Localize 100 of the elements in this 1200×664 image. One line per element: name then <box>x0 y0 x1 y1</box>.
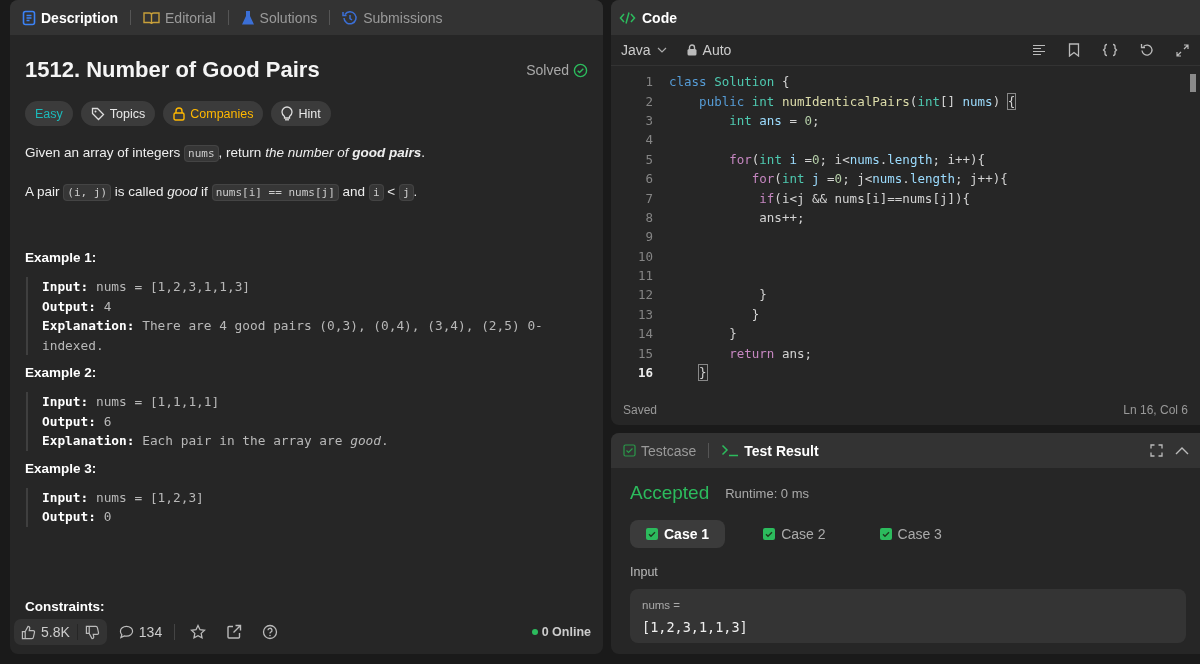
tag-icon <box>90 106 105 121</box>
line-number: 4 <box>644 132 654 148</box>
panel-tab[interactable]: Testcase <box>619 438 701 463</box>
code-line: int ans = 0; <box>728 112 820 128</box>
expand-icon <box>1176 43 1189 57</box>
scrollbar-thumb[interactable] <box>1190 74 1196 92</box>
example-line: Input: nums = [1,2,3,1,1,3] <box>42 278 252 296</box>
comments-button[interactable]: 134 <box>116 620 165 644</box>
line-number: 1 <box>644 74 654 90</box>
example-line: Input: nums = [1,1,1,1] <box>42 393 221 411</box>
line-number: 10 <box>636 248 654 264</box>
expand-button[interactable] <box>1173 41 1192 59</box>
example-line: Output: 0 <box>42 508 113 526</box>
panel-tab[interactable]: Test Result <box>717 438 823 463</box>
online-dot <box>531 629 538 635</box>
help-icon <box>262 624 279 640</box>
flask-icon <box>240 9 255 26</box>
param-value: [1,2,3,1,1,3] <box>642 619 749 635</box>
line-number: 9 <box>644 229 654 245</box>
case-tab[interactable]: Case 2 <box>747 520 842 548</box>
code-line: for(int i =0; i<nums.length; i++){ <box>728 151 986 167</box>
line-number: 5 <box>644 151 654 167</box>
line-number: 14 <box>636 326 654 342</box>
online-count: 0 Online <box>541 625 591 639</box>
line-number: 2 <box>644 93 654 109</box>
align-left-icon <box>1032 43 1046 57</box>
solved-status: Solved <box>526 62 588 78</box>
example-line: Input: nums = [1,2,3] <box>42 488 205 507</box>
checkbox-icon <box>623 444 636 457</box>
input-label: Input <box>630 565 659 579</box>
document-icon <box>22 9 36 26</box>
thumbs-down-icon <box>84 624 100 640</box>
line-number: 16 <box>636 365 654 381</box>
code-line: } <box>698 365 707 381</box>
lock-icon <box>686 44 697 56</box>
lightbulb-icon <box>281 106 294 121</box>
tag-chip[interactable]: Topics <box>80 101 156 126</box>
save-status: Saved <box>623 403 658 417</box>
code-line: ans++; <box>758 209 805 225</box>
example-line: Output: 6 <box>42 412 113 431</box>
code-line: } <box>750 306 760 322</box>
line-number: 11 <box>636 268 654 284</box>
fullscreen-icon <box>1150 444 1163 457</box>
bookmark-icon <box>1068 43 1080 57</box>
tag-chip[interactable]: Companies <box>163 101 264 126</box>
lock-icon <box>173 106 186 121</box>
like-button[interactable]: 5.8K <box>14 619 77 645</box>
chevron-up-icon <box>1175 446 1189 455</box>
example-heading: Example 3: <box>25 460 98 476</box>
book-icon <box>143 10 160 25</box>
example-heading: Example 2: <box>25 365 98 380</box>
line-number: 7 <box>644 190 654 206</box>
panel-tab[interactable]: Submissions <box>338 5 447 30</box>
chevron-down-icon <box>656 47 667 53</box>
code-line: class Solution { <box>669 74 790 90</box>
example-line: Output: 4 <box>42 297 113 316</box>
external-link-icon <box>226 624 243 640</box>
case-tab[interactable]: Case 3 <box>863 520 958 548</box>
code-line: return ans; <box>728 345 812 361</box>
braces-icon <box>1102 43 1118 57</box>
panel-tab[interactable]: Description <box>18 5 122 30</box>
panel-title: Code <box>642 9 677 26</box>
constraints-heading: Constraints: <box>25 599 106 614</box>
verdict: Accepted <box>630 482 710 504</box>
tag-chip[interactable]: Hint <box>271 101 331 126</box>
line-number: 8 <box>644 209 654 225</box>
panel-tab[interactable]: Editorial <box>139 5 220 30</box>
problem-title: 1512. Number of Good Pairs <box>25 57 321 83</box>
comment-icon <box>118 625 134 639</box>
example-line: Explanation: There are 4 good pairs (0,3), (0,4), (3,4), (2,5) 0-indexed. <box>42 317 544 355</box>
panel-tab[interactable]: Solutions <box>236 5 322 30</box>
code-line: public int numIdenticalPairs(int[] nums) { <box>698 93 1016 109</box>
line-number: 3 <box>644 112 654 128</box>
code-line: } <box>758 287 767 303</box>
example-line: Explanation: Each pair in the array are good. <box>42 432 390 450</box>
example-heading: Example 1: <box>25 250 98 265</box>
problem-statement: Given an array of integers nums , return the number of good pairs. <box>25 144 426 164</box>
code-icon <box>619 10 636 25</box>
language-dropdown[interactable]: Java <box>619 40 669 60</box>
star-icon <box>190 624 207 640</box>
auto-mode-button[interactable]: Auto <box>684 40 734 60</box>
case-tab[interactable]: Case 1 <box>630 520 726 548</box>
check-circle-icon <box>573 62 588 78</box>
code-line: } <box>728 326 737 342</box>
thumbs-up-icon <box>21 624 36 640</box>
code-line: for(int j =0; j<nums.length; j++){ <box>750 171 1008 187</box>
tag-chip[interactable]: Easy <box>25 101 73 126</box>
line-number: 6 <box>644 171 654 187</box>
runtime: Runtime: 0 ms <box>725 485 810 501</box>
terminal-icon <box>721 444 740 457</box>
line-number: 12 <box>636 287 654 303</box>
fullscreen-button[interactable] <box>1147 442 1166 459</box>
code-line: if(i<j && nums[i]==nums[j]){ <box>758 190 971 206</box>
param-name: nums = <box>642 599 682 611</box>
history-icon <box>342 9 359 26</box>
undo-icon <box>1140 43 1154 57</box>
problem-statement: A pair (i, j) is called good if nums[i] == nums[j] and i < j . <box>25 183 419 203</box>
cursor-position: Ln 16, Col 6 <box>1123 403 1188 417</box>
line-number: 15 <box>636 345 654 361</box>
line-number: 13 <box>636 306 654 322</box>
